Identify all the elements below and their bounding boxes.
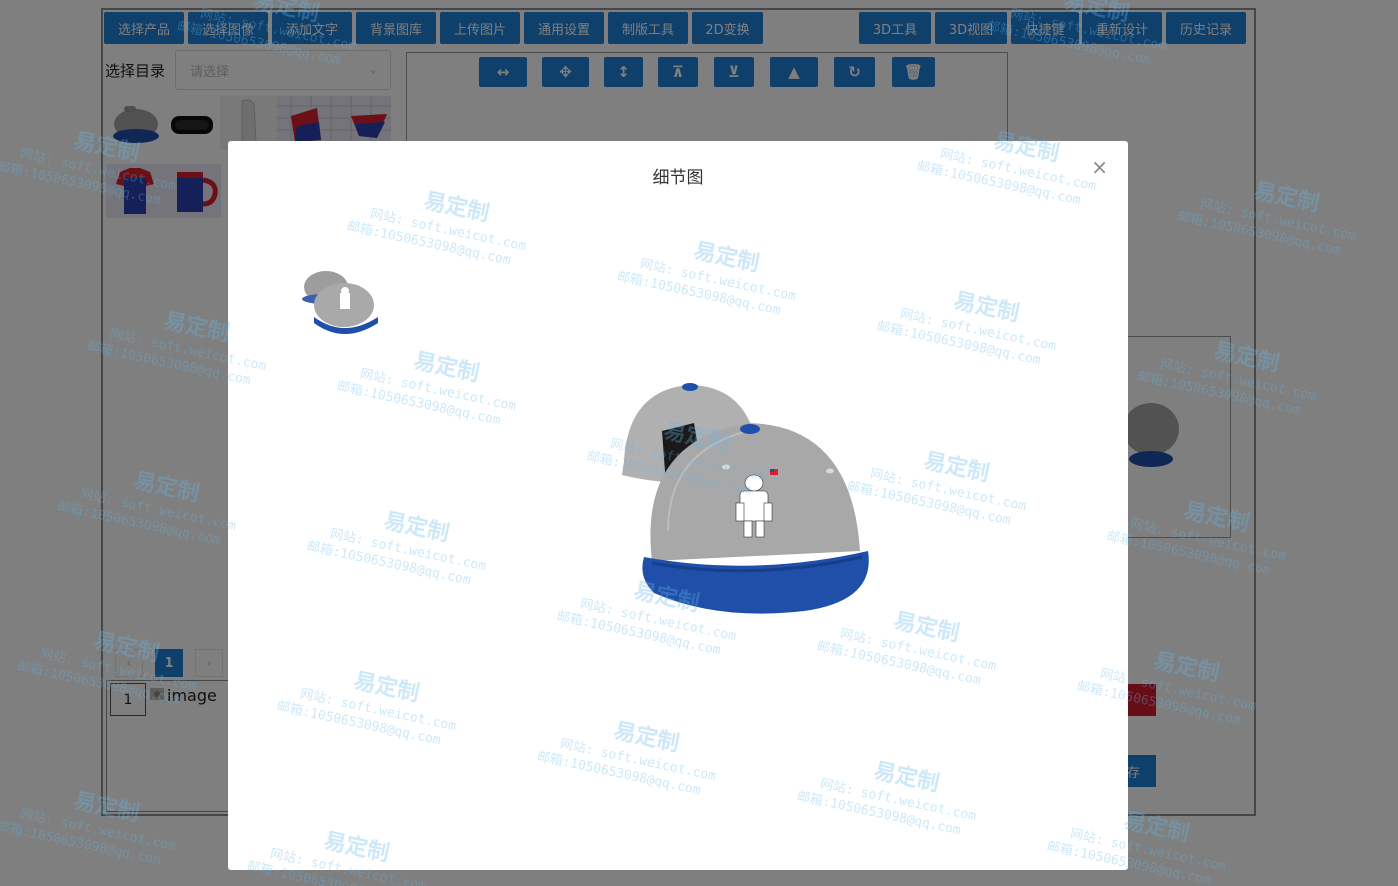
detail-main-image xyxy=(608,371,898,631)
dialog-title: 细节图 xyxy=(652,168,704,188)
close-icon[interactable]: × xyxy=(1091,157,1108,177)
detail-dialog: 细节图 × xyxy=(228,141,1128,870)
detail-thumbnail[interactable] xyxy=(296,259,386,349)
